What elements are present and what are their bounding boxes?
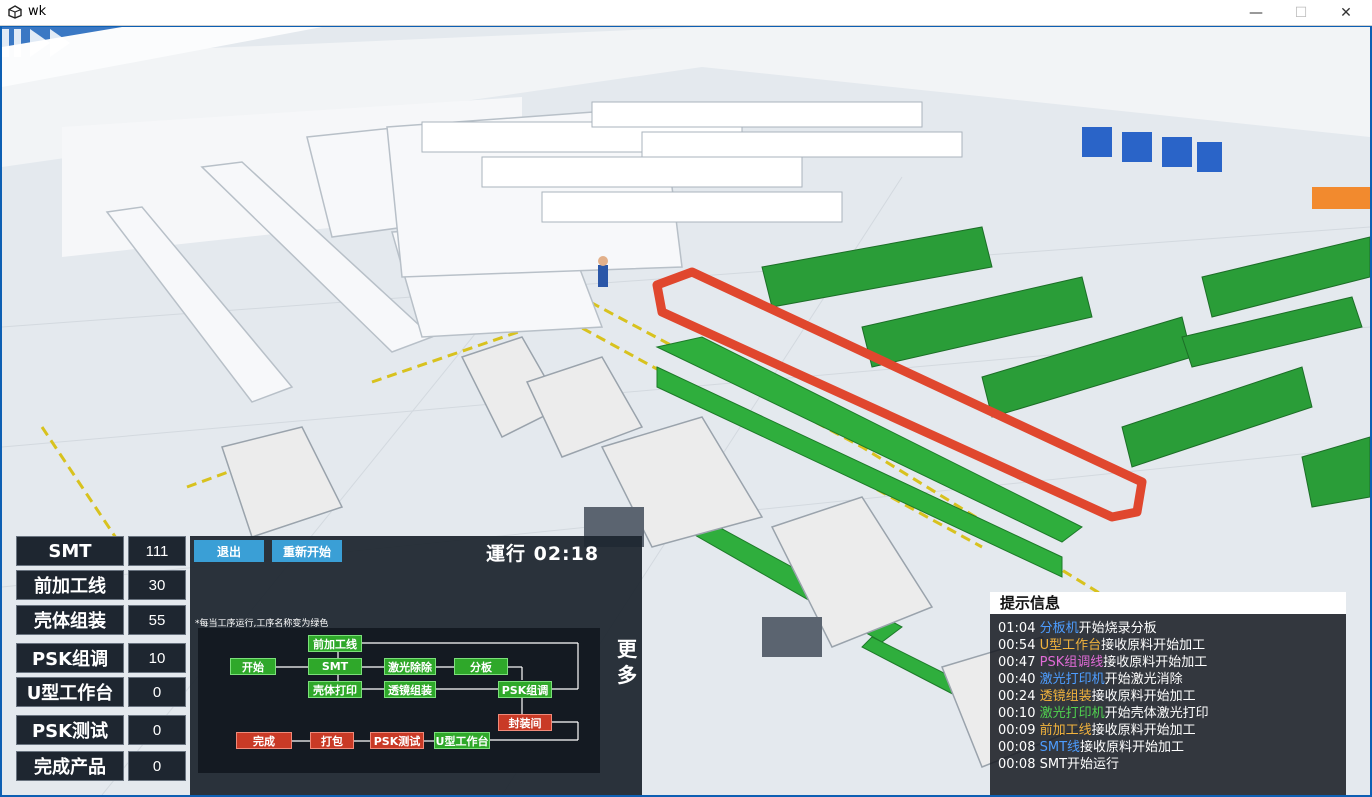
stat-row-finished: 完成产品 0 — [16, 751, 186, 781]
flow-node-shell-print: 壳体打印 — [308, 681, 362, 698]
stat-row-psk-adjust: PSK组调 10 — [16, 643, 186, 673]
stat-label: 壳体组装 — [16, 605, 124, 635]
flow-node-pack: 打包 — [310, 732, 354, 749]
hint-panel: 提示信息 01:04 分板机开始烧录分板 00:54 U型工作台接收原料开始加工 0… — [990, 592, 1346, 795]
stat-value: 0 — [128, 751, 186, 781]
runtime-display: 運行 02:18 — [486, 543, 600, 565]
stat-value: 0 — [128, 715, 186, 745]
stat-label: 前加工线 — [16, 570, 124, 600]
hint-title: 提示信息 — [990, 592, 1346, 614]
stat-value: 111 — [128, 536, 186, 566]
maximize-button[interactable]: ☐ — [1278, 0, 1324, 26]
stat-row-u-bench: U型工作台 0 — [16, 677, 186, 707]
stat-row-smt: SMT 111 — [16, 536, 186, 566]
stat-value: 30 — [128, 570, 186, 600]
exit-button[interactable]: 退出 — [194, 540, 264, 562]
factory-3d-view[interactable]: SMT 111 前加工线 30 壳体组装 55 PSK组调 10 U型工作台 0… — [2, 27, 1370, 795]
stat-value: 10 — [128, 643, 186, 673]
flow-node-split: 分板 — [454, 658, 508, 675]
hint-line: 00:08 SMT开始运行 — [998, 753, 1119, 772]
close-button[interactable]: ✕ — [1323, 0, 1369, 26]
pause-play-icon[interactable] — [2, 27, 82, 59]
flow-node-psk-test: PSK测试 — [370, 732, 424, 749]
app-window: wk — ☐ ✕ SMT 111 前加工线 30 壳体组装 55 PSK组调 1… — [0, 0, 1372, 797]
flow-node-pre-process: 前加工线 — [308, 635, 362, 652]
stat-label: 完成产品 — [16, 751, 124, 781]
stat-row-shell-assembly: 壳体组装 55 — [16, 605, 186, 635]
more-button[interactable]: 更多 — [615, 636, 639, 688]
flow-connectors — [263, 642, 579, 742]
minimize-button[interactable]: — — [1233, 0, 1279, 26]
process-flow-diagram: 开始 前加工线 SMT 壳体打印 激光除除 透镜组装 分板 PSK组调 封装间 … — [198, 628, 600, 773]
title-bar: wk — ☐ ✕ — [0, 0, 1372, 26]
flow-node-lens-assembly: 透镜组装 — [384, 681, 436, 698]
stat-row-psk-test: PSK测试 0 — [16, 715, 186, 745]
stat-value: 0 — [128, 677, 186, 707]
stat-label: PSK组调 — [16, 643, 124, 673]
flow-node-done: 完成 — [236, 732, 292, 749]
restart-button[interactable]: 重新开始 — [272, 540, 342, 562]
stat-value: 55 — [128, 605, 186, 635]
stat-label: U型工作台 — [16, 677, 124, 707]
flow-node-u-bench: U型工作台 — [434, 732, 490, 749]
unity-icon — [8, 5, 22, 19]
flow-node-laser-remove: 激光除除 — [384, 658, 436, 675]
flow-node-seal: 封装间 — [498, 714, 552, 731]
hint-message: SMT开始运行 — [1039, 757, 1120, 772]
stat-row-pre-process: 前加工线 30 — [16, 570, 186, 600]
stat-label: SMT — [16, 536, 124, 566]
process-panel: 退出 重新开始 運行 02:18 *每当工序运行,工序名称变为绿色 开始 前加工… — [190, 536, 642, 795]
flow-node-start: 开始 — [230, 658, 276, 675]
hint-time: 00:08 — [998, 757, 1040, 772]
window-title: wk — [28, 4, 47, 19]
flow-node-smt: SMT — [308, 658, 362, 675]
flow-node-psk-adjust: PSK组调 — [498, 681, 552, 698]
stat-label: PSK测试 — [16, 715, 124, 745]
